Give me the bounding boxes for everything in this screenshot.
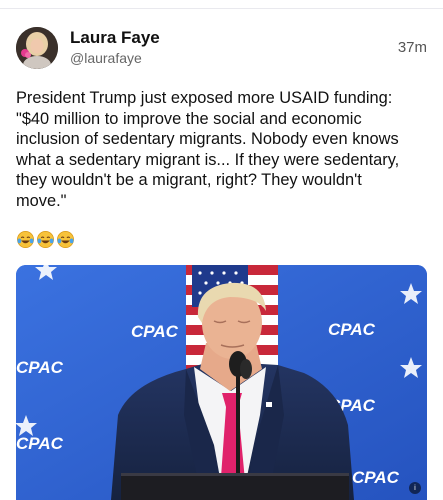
emoji-row — [16, 230, 75, 250]
avatar-image — [16, 27, 58, 69]
backdrop-logo: CPAC — [328, 320, 376, 339]
backdrop-logo: CPAC — [16, 434, 64, 453]
laughing-tears-icon — [37, 231, 54, 248]
post-text-line: what a sedentary migrant is... If they w… — [16, 150, 400, 169]
avatar[interactable] — [16, 27, 58, 69]
backdrop-logo: CPAC — [131, 322, 179, 341]
backdrop-logo: CPAC — [352, 468, 400, 487]
author-handle[interactable]: @laurafaye — [70, 50, 142, 66]
laughing-tears-icon — [17, 231, 34, 248]
laughing-tears-icon — [57, 231, 74, 248]
post-media-image[interactable]: CPAC CPAC CPAC CPAC CPAC CPAC i — [16, 265, 427, 500]
post-body: President Trump just exposed more USAID … — [16, 88, 428, 211]
post-text-line: President Trump just exposed more USAID … — [16, 89, 393, 107]
post-text-line: "$40 million to improve the social and e… — [16, 109, 362, 128]
post-timestamp[interactable]: 37m — [398, 39, 427, 56]
post-text-line: they wouldn't be a migrant, right? They … — [16, 171, 362, 189]
media-info-badge[interactable]: i — [409, 482, 421, 494]
post-text-line: move." — [16, 191, 67, 210]
speaker-at-podium-photo: CPAC CPAC CPAC CPAC CPAC CPAC — [16, 265, 427, 500]
author-name[interactable]: Laura Faye — [70, 28, 160, 48]
post-text-line: inclusion of sedentary migrants. Nobody … — [16, 130, 399, 148]
backdrop-logo: CPAC — [16, 358, 64, 377]
top-divider — [0, 8, 443, 9]
